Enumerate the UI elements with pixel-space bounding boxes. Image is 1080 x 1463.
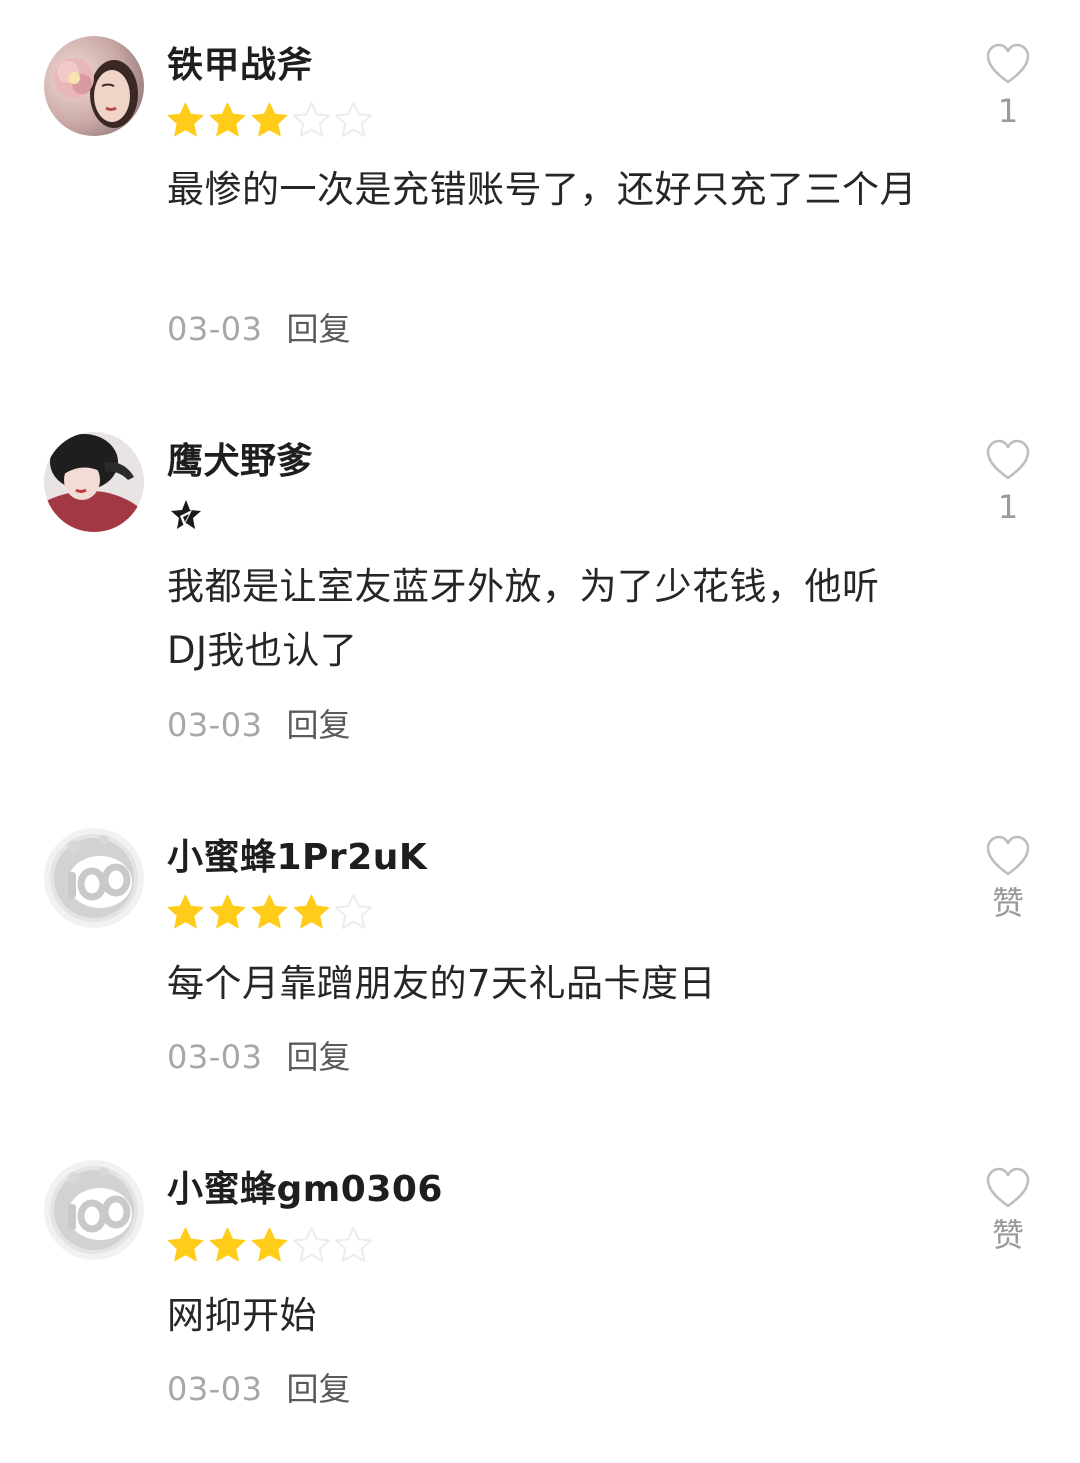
star-filled-icon [167, 101, 204, 136]
star-badge-icon [171, 500, 201, 529]
avatar-photo [44, 36, 144, 136]
like-button[interactable]: 赞 [968, 835, 1048, 923]
comment-text: 网抑开始 [167, 1294, 317, 1337]
like-button[interactable]: 1 [968, 439, 1048, 527]
like-label: 赞 [991, 884, 1024, 922]
avatar[interactable] [44, 432, 144, 532]
comment-text: 每个月靠蹭朋友的7天礼品卡度日 [167, 962, 717, 1005]
star-empty-icon [335, 1226, 372, 1262]
star-filled-icon [293, 893, 330, 928]
star-empty-icon [293, 101, 330, 137]
comment-meta: 03-03 回复 [167, 1037, 351, 1077]
reply-button[interactable]: 回复 [286, 1370, 350, 1408]
like-count: 1 [997, 488, 1019, 526]
star-empty-icon [335, 101, 372, 137]
like-button[interactable]: 1 [968, 43, 1048, 131]
star-filled-icon [167, 1226, 204, 1261]
comment-date: 03-03 [167, 310, 263, 348]
star-filled-icon [251, 101, 288, 136]
reply-button[interactable]: 回复 [286, 1038, 350, 1076]
heart-outline-icon [986, 1167, 1030, 1208]
heart-outline-icon [986, 439, 1030, 480]
star-empty-icon [335, 893, 372, 929]
heart-outline-icon [986, 43, 1030, 84]
bee-avatar-icon [44, 828, 144, 928]
username[interactable]: 小蜜蜂gm0306 [167, 1168, 443, 1212]
reply-button[interactable]: 回复 [286, 706, 350, 744]
star-filled-icon [251, 893, 288, 928]
username[interactable]: 鹰犬野爹 [167, 440, 313, 484]
star-filled-icon [251, 1226, 288, 1261]
comment-meta: 03-03 回复 [167, 309, 351, 349]
star-empty-icon [293, 1226, 330, 1262]
comment-text: 最惨的一次是充错账号了，还好只充了三个月 [167, 168, 917, 211]
like-count: 1 [997, 92, 1019, 130]
heart-outline-icon [986, 835, 1030, 876]
comment-date: 03-03 [167, 1038, 263, 1076]
comment-meta: 03-03 回复 [167, 705, 351, 745]
avatar[interactable] [44, 36, 144, 136]
comment-date: 03-03 [167, 706, 263, 744]
username[interactable]: 铁甲战斧 [167, 44, 313, 88]
star-rating [166, 1224, 373, 1264]
star-rating [166, 99, 373, 139]
avatar[interactable] [44, 1160, 144, 1260]
username[interactable]: 小蜜蜂1Pr2uK [167, 836, 427, 880]
star-filled-icon [209, 893, 246, 928]
star-rating [166, 891, 373, 931]
bee-avatar-icon [44, 1160, 144, 1260]
comment-text: 我都是让室友蓝牙外放，为了少花钱，他听DJ我也认了 [167, 565, 880, 672]
comment-date: 03-03 [167, 1370, 263, 1408]
star-filled-icon [209, 101, 246, 136]
reply-button[interactable]: 回复 [286, 310, 350, 348]
avatar-photo [44, 432, 144, 532]
like-label: 赞 [991, 1216, 1024, 1254]
star-filled-icon [209, 1226, 246, 1261]
star-filled-icon [167, 893, 204, 928]
like-button[interactable]: 赞 [968, 1167, 1048, 1255]
avatar[interactable] [44, 828, 144, 928]
comment-meta: 03-03 回复 [167, 1369, 351, 1409]
